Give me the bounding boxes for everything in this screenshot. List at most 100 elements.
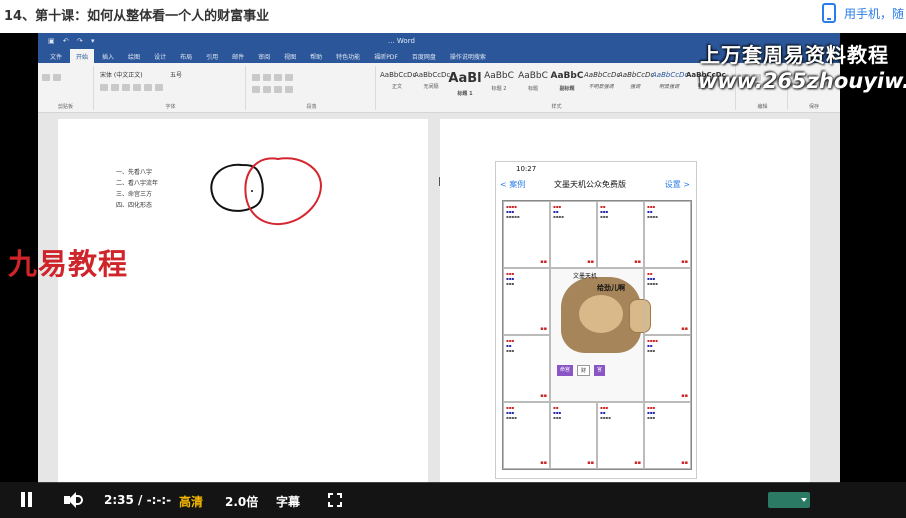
chart-palace-cell: ▪▪▪▪▪▪▪▪▪▪▪ — [644, 201, 691, 268]
word-tab[interactable]: 特色功能 — [330, 49, 366, 63]
pause-icon[interactable] — [20, 492, 34, 508]
align-right-icon[interactable] — [274, 86, 282, 93]
italic-icon[interactable] — [111, 84, 119, 91]
speed-button[interactable]: 2.0倍 — [225, 493, 258, 510]
style-label: 明显强调 — [658, 84, 679, 90]
meme-caption-top: 文墨天机 — [573, 273, 598, 280]
chart-palace-cell: ▪▪▪▪▪▪▪▪▪▪▪ — [644, 268, 691, 335]
chart-palace-cell: ▪▪▪ ▪▪▪ ▪▪▪▪ ▪▪ — [503, 402, 550, 469]
highlight-icon[interactable] — [155, 84, 163, 91]
bold-icon[interactable] — [100, 84, 108, 91]
chart-palace-cell: ▪▪▪▪▪▪▪▪▪▪▪ — [644, 335, 691, 402]
mobile-view-link[interactable]: 用手机，随 — [822, 3, 904, 23]
chart-badge: 财 — [577, 365, 591, 376]
style-subtitle[interactable]: AaBbC 副标题 — [550, 71, 584, 101]
chart-palace-cell: ▪▪▪▪▪▪▪▪▪▪▪ — [597, 402, 644, 469]
word-tab[interactable]: 引用 — [200, 49, 224, 63]
subtitles-button[interactable]: 字幕 — [276, 493, 300, 510]
style-preview: AaBbC — [550, 71, 584, 81]
cut-icon[interactable] — [53, 74, 61, 81]
hand-drawn-circles — [210, 157, 322, 225]
style-label: 正文 — [391, 84, 402, 90]
font-size-select[interactable]: 五号 — [170, 70, 182, 79]
outline-item: 三、命宫三方 — [116, 191, 153, 198]
phone-back-button: < 案例 — [500, 180, 526, 189]
paragraph-group: 段落 — [248, 66, 376, 110]
paste-icon[interactable] — [42, 74, 50, 81]
numbering-icon[interactable] — [263, 74, 271, 81]
word-tab[interactable]: 福昕PDF — [368, 49, 404, 63]
font-name-select[interactable]: 宋体 (中文正文) — [100, 70, 143, 79]
style-heading-1[interactable]: AaBl 标题 1 — [448, 71, 482, 101]
mobile-view-label[interactable]: 用手机，随 — [844, 5, 904, 22]
style-preview: AaBbCcDc — [584, 71, 621, 79]
watermark-url: www.265zhouyiw. — [698, 69, 906, 93]
phone-status-bar: 10:27 — [496, 162, 696, 176]
word-tab[interactable]: 设计 — [148, 49, 172, 63]
style-preview: AaBbCcDc — [618, 71, 655, 79]
style-intense-emphasis[interactable]: AaBbCcDc 明显强调 — [652, 71, 688, 101]
corner-dropdown-button[interactable] — [768, 492, 810, 508]
quick-access-toolbar[interactable]: ▣ ↶ ↷ ▾ — [48, 33, 98, 49]
clipboard-group: 剪贴板 — [38, 66, 94, 110]
meme-caption-main: 给劲儿啊 — [597, 284, 625, 292]
styles-group-label: 样式 — [551, 104, 562, 110]
indent-icon[interactable] — [274, 74, 282, 81]
word-tab[interactable]: 邮件 — [226, 49, 250, 63]
styles-group: AaBbCcDc 正文 AaBbCcDc 无间隔 AaBl 标题 1 AaBbC 标题 … — [378, 66, 736, 110]
style-subtle-emphasis[interactable]: AaBbCcDc 不明显强调 — [584, 71, 621, 101]
style-emphasis[interactable]: AaBbCcDc 强调 — [618, 71, 655, 101]
chart-palace-cell: ▪▪▪▪▪▪▪▪▪▪▪ — [550, 201, 597, 268]
style-preview: AaBl — [448, 71, 482, 86]
chart-palace-cell: ▪▪▪▪▪▪▪▪▪▪ — [597, 201, 644, 268]
style-normal[interactable]: AaBbCcDc 正文 — [380, 71, 417, 101]
word-search[interactable]: 操作说明搜索 — [444, 49, 492, 63]
style-heading-2[interactable]: AaBbC 标题 2 — [482, 71, 516, 101]
chart-center: 文墨天机 给劲儿啊 命宫 财 官 — [550, 268, 651, 402]
font-color-icon[interactable] — [144, 84, 152, 91]
outline-list: 一、先看八宇 二、看八宇流年 三、命宫三方 四、四化形态 — [116, 167, 158, 211]
word-tab[interactable]: 绘图 — [122, 49, 146, 63]
monkey-face — [579, 295, 623, 333]
watermark-left: 九易教程 — [8, 247, 129, 281]
align-left-icon[interactable] — [252, 86, 260, 93]
chart-palace-cell: ▪▪▪▪▪▪▪▪▪▪▪ — [644, 402, 691, 469]
style-label: 无间隔 — [423, 84, 439, 90]
watermark-top: 上万套周易资料教程 — [700, 43, 889, 67]
video-player[interactable]: ▣ ↶ ↷ ▾ ... Word 文件 开始 插入 绘图 设计 布局 引用 邮件… — [0, 33, 906, 518]
document-page-1[interactable]: 一、先看八宇 二、看八宇流年 三、命宫三方 四、四化形态 I — [58, 119, 442, 483]
chart-badge: 命宫 — [557, 365, 574, 376]
word-tab[interactable]: 文件 — [44, 49, 68, 63]
volume-icon[interactable] — [64, 492, 84, 508]
word-tab[interactable]: 视图 — [278, 49, 302, 63]
style-label: 副标题 — [559, 86, 575, 92]
align-center-icon[interactable] — [263, 86, 271, 93]
word-tab[interactable]: 帮助 — [304, 49, 328, 63]
bullets-icon[interactable] — [252, 74, 260, 81]
style-preview: AaBbCcDc — [414, 71, 451, 79]
chart-palace-cell: ▪▪▪▪ ▪▪▪ ▪▪▪▪▪ ▪▪ — [503, 201, 550, 268]
editing-group-label: 编辑 — [757, 104, 768, 110]
style-title[interactable]: AaBbC 标题 — [516, 71, 550, 101]
page-title: 14、第十课：如何从整体看一个人的财富事业 — [4, 9, 270, 24]
fullscreen-icon[interactable] — [328, 493, 342, 507]
justify-icon[interactable] — [285, 86, 293, 93]
word-tab[interactable]: 百度网盘 — [406, 49, 442, 63]
chevron-down-icon — [801, 498, 807, 502]
strikethrough-icon[interactable] — [133, 84, 141, 91]
underline-icon[interactable] — [122, 84, 130, 91]
style-no-spacing[interactable]: AaBbCcDc 无间隔 — [414, 71, 451, 101]
style-preview: AaBbC — [484, 71, 514, 81]
style-preview: AaBbCcDc — [380, 71, 417, 79]
word-tab-active[interactable]: 开始 — [70, 49, 95, 63]
word-tab[interactable]: 插入 — [96, 49, 120, 63]
style-preview: AaBbC — [518, 71, 548, 81]
word-tab[interactable]: 审阅 — [252, 49, 276, 63]
astrology-chart-grid: ▪▪▪▪ ▪▪▪ ▪▪▪▪▪ ▪▪ ▪▪▪ ▪▪ ▪▪▪▪ ▪▪ ▪▪ ▪▪▪ ▪▪▪ ▪▪ ▪▪… — [502, 200, 692, 470]
outline-item: 二、看八宇流年 — [116, 180, 159, 187]
quality-button[interactable]: 高清 — [179, 493, 203, 510]
save-group-label: 保存 — [808, 104, 819, 110]
sort-icon[interactable] — [285, 74, 293, 81]
playback-time: 2:35 / -:-:- — [104, 493, 172, 507]
word-tab[interactable]: 布局 — [174, 49, 198, 63]
